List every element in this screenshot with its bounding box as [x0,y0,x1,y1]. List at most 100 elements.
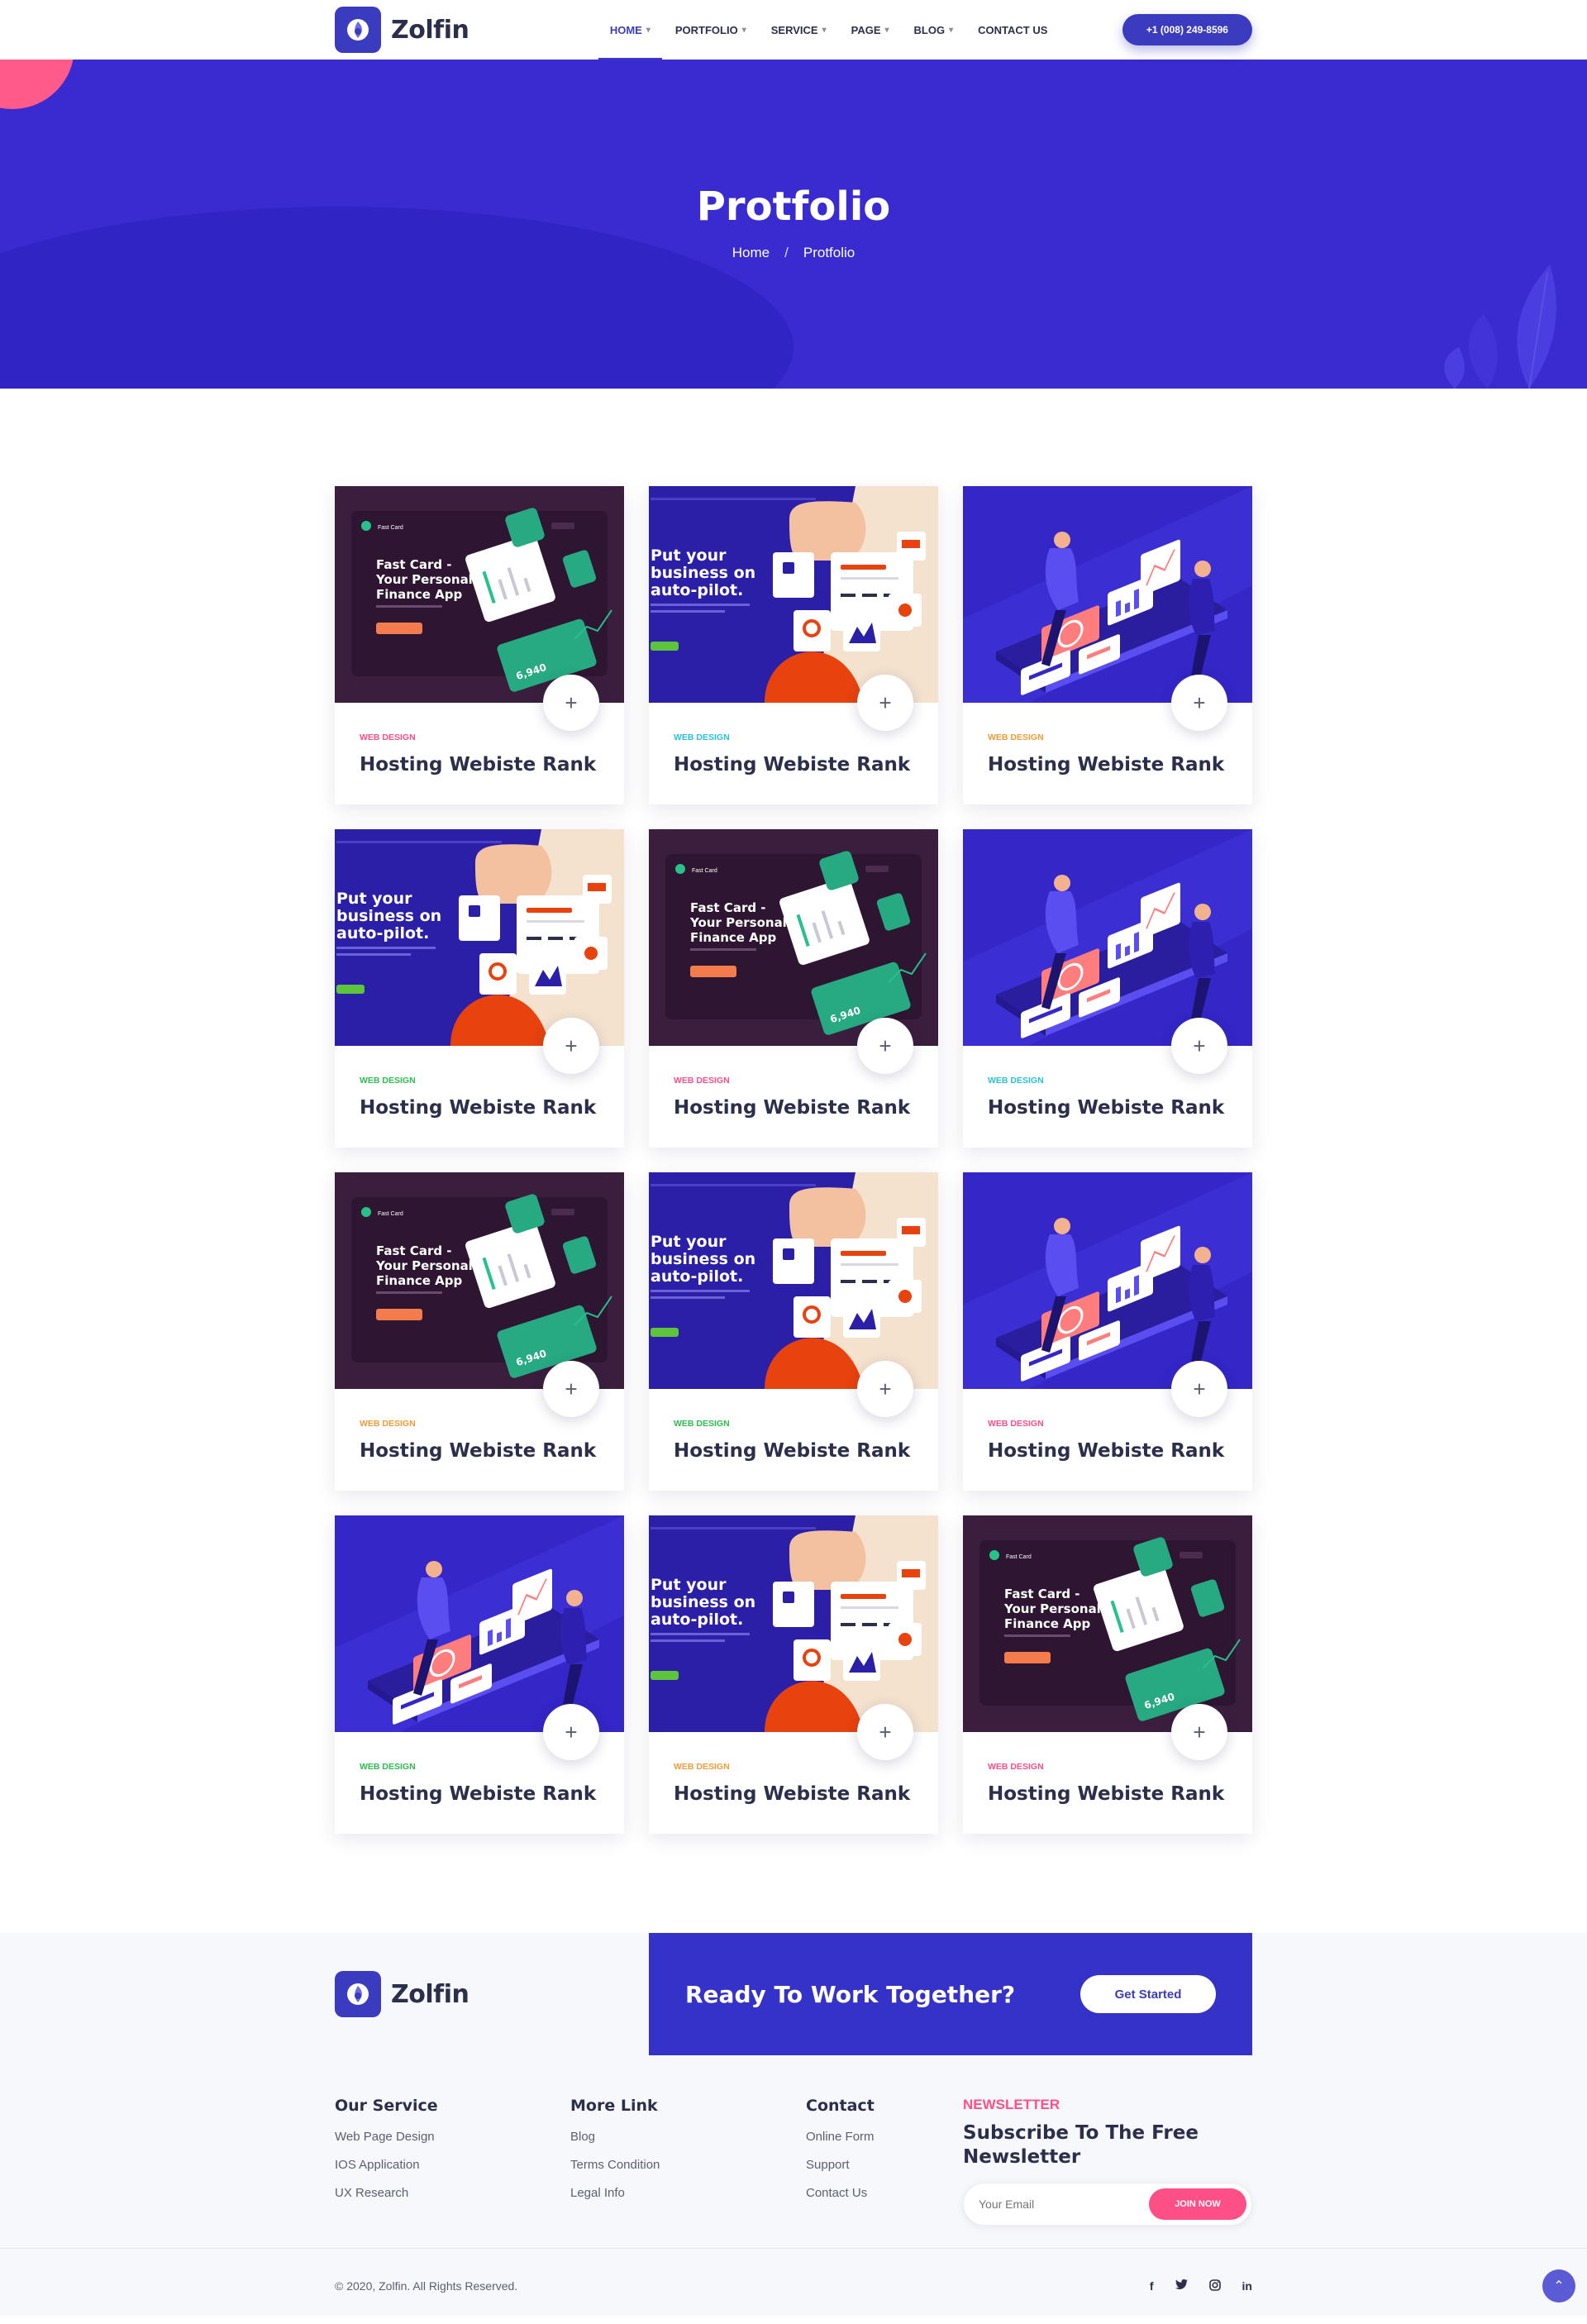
card-title[interactable]: Hosting Webiste Rank [674,1440,910,1462]
plus-icon[interactable]: + [857,1361,913,1417]
linkedin-icon[interactable]: in [1242,2279,1252,2293]
portfolio-thumbnail[interactable]: Put your business on auto-pilot. [649,486,938,703]
card-title[interactable]: Hosting Webiste Rank [674,754,910,775]
portfolio-thumbnail[interactable]: Fast Card Fast Card - Your Personal Fina… [649,829,938,1046]
footer-link[interactable]: IOS Application [335,2158,570,2172]
svg-text:Fast Card -: Fast Card - [376,1243,452,1258]
portfolio-card[interactable]: + WEB DESIGN Hosting Webiste Rank [335,1515,624,1834]
portfolio-card[interactable]: Fast Card Fast Card - Your Personal Fina… [963,1515,1252,1834]
card-title[interactable]: Hosting Webiste Rank [360,754,596,775]
footer-link[interactable]: Web Page Design [335,2130,570,2144]
scroll-to-top-button[interactable]: ⌃ [1542,2269,1575,2303]
plus-icon[interactable]: + [857,675,913,731]
card-title[interactable]: Hosting Webiste Rank [360,1097,596,1119]
nav-blog[interactable]: BLOG ▾ [914,0,954,60]
footer-link[interactable]: Online Form [806,2130,963,2144]
card-title[interactable]: Hosting Webiste Rank [360,1440,596,1462]
footer-link[interactable]: Blog [570,2130,806,2144]
portfolio-thumbnail[interactable]: Fast Card Fast Card - Your Personal Fina… [963,1515,1252,1732]
portfolio-thumbnail[interactable]: Fast Card Fast Card - Your Personal Fina… [335,1172,624,1389]
portfolio-card[interactable]: Put your business on auto-pilot. + WEB D… [649,1172,938,1491]
footer-link[interactable]: Contact Us [806,2186,963,2200]
portfolio-card[interactable]: Fast Card Fast Card - Your Personal Fina… [649,829,938,1148]
email-field[interactable] [979,2197,1149,2211]
footer-link[interactable]: Support [806,2158,963,2172]
portfolio-card[interactable]: + WEB DESIGN Hosting Webiste Rank [963,486,1252,804]
instagram-icon[interactable] [1208,2279,1221,2293]
brand-name: Zolfin [391,15,469,45]
plus-icon[interactable]: + [543,1704,599,1760]
card-title[interactable]: Hosting Webiste Rank [988,1097,1224,1119]
footer-link[interactable]: Legal Info [570,2186,806,2200]
portfolio-thumbnail[interactable] [963,486,1252,703]
plus-icon[interactable]: + [543,1361,599,1417]
join-now-button[interactable]: JOIN NOW [1149,2188,1246,2220]
isometric-team-illustration [963,1172,1252,1389]
chevron-up-icon: ⌃ [1553,2279,1565,2293]
get-started-button[interactable]: Get Started [1080,1975,1216,2013]
svg-text:Fast Card -: Fast Card - [690,900,766,915]
footer-link[interactable]: UX Research [335,2186,570,2200]
portfolio-thumbnail[interactable]: Put your business on auto-pilot. [649,1515,938,1732]
nav-portfolio[interactable]: PORTFOLIO ▾ [675,0,746,60]
svg-text:Fast Card: Fast Card [378,1211,403,1217]
finance-app-illustration: Fast Card Fast Card - Your Personal Fina… [335,1172,624,1389]
phone-button[interactable]: +1 (008) 249-8596 [1122,14,1252,45]
card-title[interactable]: Hosting Webiste Rank [674,1783,910,1805]
portfolio-card[interactable]: Put your business on auto-pilot. + WEB D… [649,486,938,804]
card-title[interactable]: Hosting Webiste Rank [988,754,1224,775]
card-title[interactable]: Hosting Webiste Rank [988,1440,1224,1462]
copyright: © 2020, Zolfin. All Rights Reserved. [335,2279,518,2293]
portfolio-thumbnail[interactable]: Fast Card Fast Card - Your Personal Fina… [335,486,624,703]
plus-icon[interactable]: + [1171,1361,1227,1417]
facebook-icon[interactable]: f [1150,2279,1154,2293]
nav-contact[interactable]: CONTACT US [978,0,1047,60]
site-footer: Zolfin Ready To Work Together? Get Start… [0,1933,1587,2316]
portfolio-card[interactable]: Put your business on auto-pilot. + WEB D… [649,1515,938,1834]
nav-label: BLOG [913,23,946,36]
nav-service[interactable]: SERVICE ▾ [771,0,827,60]
twitter-icon[interactable] [1175,2279,1188,2293]
plus-icon[interactable]: + [1171,1704,1227,1760]
svg-text:business on: business on [336,907,441,925]
brand-logo[interactable]: Zolfin [335,7,469,53]
portfolio-thumbnail[interactable]: Put your business on auto-pilot. [335,829,624,1046]
svg-text:Put your: Put your [336,890,412,908]
breadcrumb: Home / Protfolio [0,245,1587,261]
portfolio-card[interactable]: + WEB DESIGN Hosting Webiste Rank [963,1172,1252,1491]
portfolio-thumbnail[interactable]: Put your business on auto-pilot. [649,1172,938,1389]
column-title: Our Service [335,2097,438,2115]
plus-icon[interactable]: + [543,1018,599,1074]
plus-icon[interactable]: + [1171,675,1227,731]
card-title[interactable]: Hosting Webiste Rank [360,1783,596,1805]
card-title[interactable]: Hosting Webiste Rank [674,1097,910,1119]
portfolio-card[interactable]: Fast Card Fast Card - Your Personal Fina… [335,486,624,804]
portfolio-thumbnail[interactable] [963,829,1252,1046]
footer-column-service: Our Service Web Page Design IOS Applicat… [335,2097,570,2226]
plus-icon[interactable]: + [543,675,599,731]
isometric-team-illustration [335,1515,624,1732]
footer-logo[interactable]: Zolfin [335,1971,469,2017]
svg-text:Fast Card -: Fast Card - [1004,1587,1080,1601]
plus-icon[interactable]: + [1171,1018,1227,1074]
portfolio-card[interactable]: + WEB DESIGN Hosting Webiste Rank [963,829,1252,1148]
card-category: WEB DESIGN [674,733,730,742]
column-title: Contact [806,2097,875,2115]
breadcrumb-home[interactable]: Home [732,245,770,261]
portfolio-section: Fast Card Fast Card - Your Personal Fina… [0,389,1587,1933]
portfolio-card[interactable]: Fast Card Fast Card - Your Personal Fina… [335,1172,624,1491]
svg-text:Your Personal: Your Personal [689,915,787,930]
portfolio-thumbnail[interactable] [335,1515,624,1732]
plus-icon[interactable]: + [857,1018,913,1074]
nav-page[interactable]: PAGE ▾ [851,0,889,60]
portfolio-thumbnail[interactable] [963,1172,1252,1389]
newsletter-kicker: NEWSLETTER [963,2097,1060,2112]
card-title[interactable]: Hosting Webiste Rank [988,1783,1224,1805]
nav-label: PAGE [851,23,881,36]
footer-link[interactable]: Terms Condition [570,2158,806,2172]
chevron-down-icon: ▾ [741,25,746,35]
nav-home[interactable]: HOME ▾ [598,0,662,60]
chevron-down-icon: ▾ [949,25,954,35]
portfolio-card[interactable]: Put your business on auto-pilot. + WEB D… [335,829,624,1148]
plus-icon[interactable]: + [857,1704,913,1760]
